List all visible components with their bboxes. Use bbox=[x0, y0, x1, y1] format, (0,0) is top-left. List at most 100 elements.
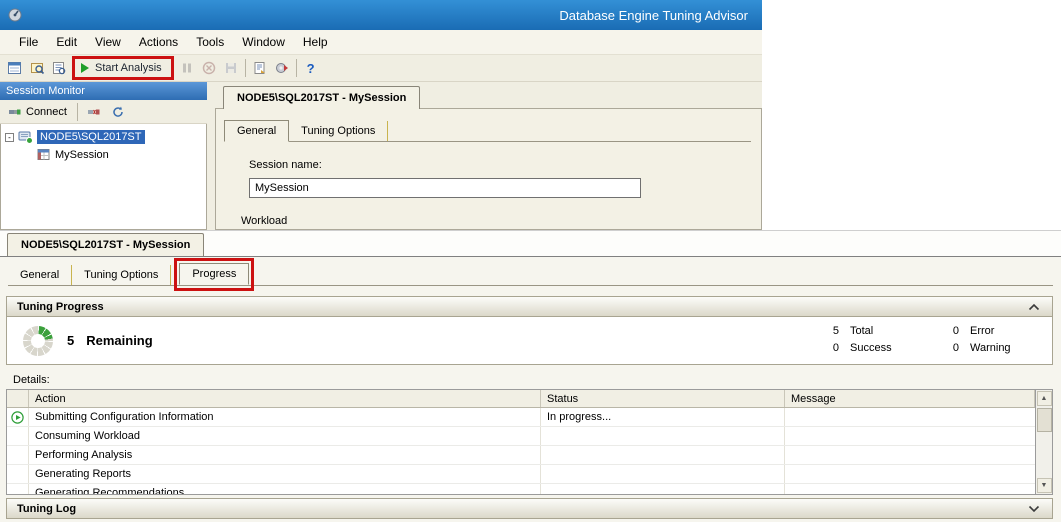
action-column-header: Action bbox=[29, 390, 541, 407]
scroll-up-icon[interactable]: ▲ bbox=[1037, 391, 1052, 406]
details-grid: Action Status Message Submitting Configu… bbox=[7, 390, 1035, 494]
menu-item-window[interactable]: Window bbox=[233, 31, 294, 53]
connect-icon bbox=[8, 105, 22, 119]
table-row[interactable]: Generating Recommendations bbox=[7, 484, 1035, 495]
app-icon bbox=[7, 7, 23, 23]
message-cell bbox=[785, 465, 1035, 483]
menu-item-edit[interactable]: Edit bbox=[47, 31, 86, 53]
row-status-icon-cell bbox=[7, 446, 29, 464]
scrollbar-thumb[interactable] bbox=[1037, 408, 1052, 432]
table-header-row: Action Status Message bbox=[7, 390, 1035, 408]
collapse-chevron-icon[interactable] bbox=[1026, 300, 1042, 314]
progress-view: NODE5\SQL2017ST - MySession General Tuni… bbox=[0, 230, 1061, 522]
toolbar-separator bbox=[77, 103, 78, 121]
play-icon bbox=[81, 63, 89, 73]
vertical-scrollbar[interactable]: ▲ ▼ bbox=[1035, 390, 1052, 494]
tab-tuning-options[interactable]: Tuning Options bbox=[289, 121, 388, 141]
session-name-label: Session name: bbox=[249, 159, 761, 171]
window-title: Database Engine Tuning Advisor bbox=[559, 8, 748, 23]
stop-analysis-icon[interactable] bbox=[198, 57, 220, 79]
tree-node-server[interactable]: - NODE5\SQL2017ST bbox=[1, 130, 206, 144]
collapse-icon[interactable]: - bbox=[5, 133, 14, 142]
stat-total: 5 Total bbox=[825, 323, 892, 340]
tuning-log-header[interactable]: Tuning Log bbox=[6, 498, 1053, 519]
expand-chevron-icon[interactable] bbox=[1026, 502, 1042, 516]
session-name-input[interactable] bbox=[249, 178, 641, 198]
stat-error: 0 Error bbox=[945, 323, 1011, 340]
server-node-label[interactable]: NODE5\SQL2017ST bbox=[37, 130, 145, 144]
general-tab-page: General Tuning Options Session name: Wor… bbox=[215, 108, 762, 230]
stats-column-right: 0 Error 0 Warning bbox=[945, 323, 1011, 357]
details-table: Action Status Message Submitting Configu… bbox=[6, 389, 1053, 495]
apply-recommendations-icon[interactable] bbox=[271, 57, 293, 79]
tab-tuning-options[interactable]: Tuning Options bbox=[72, 265, 171, 285]
remaining-value: 5 bbox=[67, 333, 74, 348]
menu-item-tools[interactable]: Tools bbox=[187, 31, 233, 53]
row-status-icon-cell bbox=[7, 408, 29, 426]
refresh-icon[interactable] bbox=[107, 101, 129, 123]
menu-item-view[interactable]: View bbox=[86, 31, 130, 53]
disconnect-icon[interactable] bbox=[83, 101, 105, 123]
connect-button[interactable]: Connect bbox=[3, 103, 72, 121]
table-row[interactable]: Generating Reports bbox=[7, 465, 1035, 484]
title-bar: Database Engine Tuning Advisor bbox=[0, 0, 762, 30]
row-status-icon-cell bbox=[7, 465, 29, 483]
session-monitor-header: Session Monitor bbox=[0, 82, 207, 100]
connect-label: Connect bbox=[26, 106, 67, 118]
tuning-progress-header[interactable]: Tuning Progress bbox=[6, 296, 1053, 317]
document-tab[interactable]: NODE5\SQL2017ST - MySession bbox=[7, 233, 204, 256]
row-status-icon-cell bbox=[7, 427, 29, 445]
table-row[interactable]: Performing Analysis bbox=[7, 446, 1035, 465]
table-row[interactable]: Consuming Workload bbox=[7, 427, 1035, 446]
workload-label: Workload bbox=[241, 215, 761, 227]
details-label: Details: bbox=[13, 374, 1061, 386]
tree-node-session[interactable]: MySession bbox=[1, 148, 206, 161]
start-analysis-button[interactable]: Start Analysis bbox=[72, 56, 174, 80]
action-cell: Submitting Configuration Information bbox=[29, 408, 541, 426]
scroll-down-icon[interactable]: ▼ bbox=[1037, 478, 1052, 493]
session-editor-panel: NODE5\SQL2017ST - MySession General Tuni… bbox=[215, 82, 762, 230]
in-progress-icon bbox=[11, 411, 24, 424]
menu-item-actions[interactable]: Actions bbox=[130, 31, 187, 53]
tab-progress[interactable]: Progress bbox=[179, 263, 249, 285]
status-cell bbox=[541, 446, 785, 464]
document-tab[interactable]: NODE5\SQL2017ST - MySession bbox=[223, 86, 420, 109]
icon-column-header bbox=[7, 390, 29, 407]
editor-tabs: General Tuning Options bbox=[224, 119, 751, 142]
open-session-icon[interactable] bbox=[26, 57, 48, 79]
tab-general[interactable]: General bbox=[224, 120, 289, 142]
status-cell: In progress... bbox=[541, 408, 785, 426]
main-work-area: Session Monitor Connect bbox=[0, 82, 762, 230]
progress-tab-page: General Tuning Options Progress Tuning P… bbox=[0, 256, 1061, 522]
remaining-counter: 5 Remaining bbox=[67, 333, 153, 348]
session-monitor-panel: Session Monitor Connect bbox=[0, 82, 207, 230]
session-monitor-title: Session Monitor bbox=[6, 85, 85, 97]
dta-main-window: Database Engine Tuning Advisor File Edit… bbox=[0, 0, 762, 230]
editor-tabs: General Tuning Options Progress bbox=[8, 263, 1053, 286]
session-node-label: MySession bbox=[55, 149, 109, 161]
action-cell: Generating Reports bbox=[29, 465, 541, 483]
stat-success: 0 Success bbox=[825, 340, 892, 357]
tab-general[interactable]: General bbox=[8, 265, 72, 285]
stats-column-left: 5 Total 0 Success bbox=[825, 323, 892, 357]
table-row[interactable]: Submitting Configuration Information In … bbox=[7, 408, 1035, 427]
menu-item-help[interactable]: Help bbox=[294, 31, 337, 53]
menu-item-file[interactable]: File bbox=[10, 31, 47, 53]
screenshot-composite: Database Engine Tuning Advisor File Edit… bbox=[0, 0, 1061, 522]
pause-analysis-icon[interactable] bbox=[176, 57, 198, 79]
message-cell bbox=[785, 446, 1035, 464]
action-cell: Consuming Workload bbox=[29, 427, 541, 445]
import-workload-icon[interactable] bbox=[249, 57, 271, 79]
view-session-icon[interactable] bbox=[48, 57, 70, 79]
server-icon bbox=[18, 130, 33, 144]
message-cell bbox=[785, 408, 1035, 426]
session-icon bbox=[37, 148, 51, 161]
red-annotation-box: Progress bbox=[174, 258, 254, 291]
help-icon[interactable]: ? bbox=[300, 57, 322, 79]
session-monitor-toolbar: Connect bbox=[0, 100, 207, 124]
new-session-icon[interactable] bbox=[4, 57, 26, 79]
message-column-header: Message bbox=[785, 390, 1035, 407]
save-icon[interactable] bbox=[220, 57, 242, 79]
tuning-log-title: Tuning Log bbox=[17, 503, 76, 515]
document-tabstrip-bottom: NODE5\SQL2017ST - MySession bbox=[0, 231, 1061, 256]
